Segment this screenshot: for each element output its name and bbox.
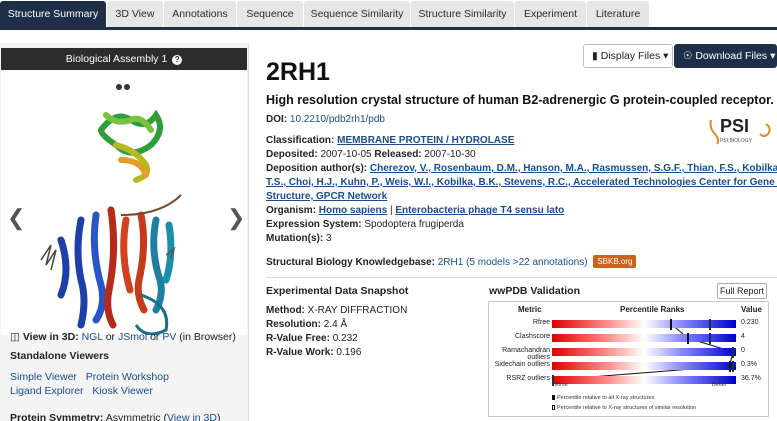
validation-percentile-bar [552,376,736,384]
validation-marker-similar [708,318,711,330]
validation-metric-label: Clashscore [514,333,550,340]
validation-connector-lines [552,323,734,381]
validation-value: 36.7% [741,375,761,382]
validation-marker-all [670,318,673,330]
validation-metric-label: RSRZ outliers [506,375,550,382]
validation-marker-similar [732,346,735,358]
validation-marker-all [728,360,731,372]
legend-all: Percentile relative to all X-ray structu… [552,395,654,401]
validation-marker-all [686,332,689,344]
validation-metric-label: Rfree [532,319,550,326]
validation-value: 4 [741,333,745,340]
validation-better-label: Better [712,382,727,388]
legend-similar: Percentile relative to X-ray structures … [552,405,696,411]
validation-percentile-bar [552,348,736,356]
validation-worse-label: Worse [552,382,568,388]
validation-percentile-bar [552,362,736,370]
validation-marker-similar [708,332,711,344]
validation-value: 0 [741,347,745,354]
validation-marker-similar [732,360,735,372]
validation-metric-label: Sidechain outliers [494,361,550,368]
validation-value: 0.3% [741,361,757,368]
validation-metric-label: Ramachandran outliers [502,347,550,361]
validation-value: 0.230 [741,319,759,326]
